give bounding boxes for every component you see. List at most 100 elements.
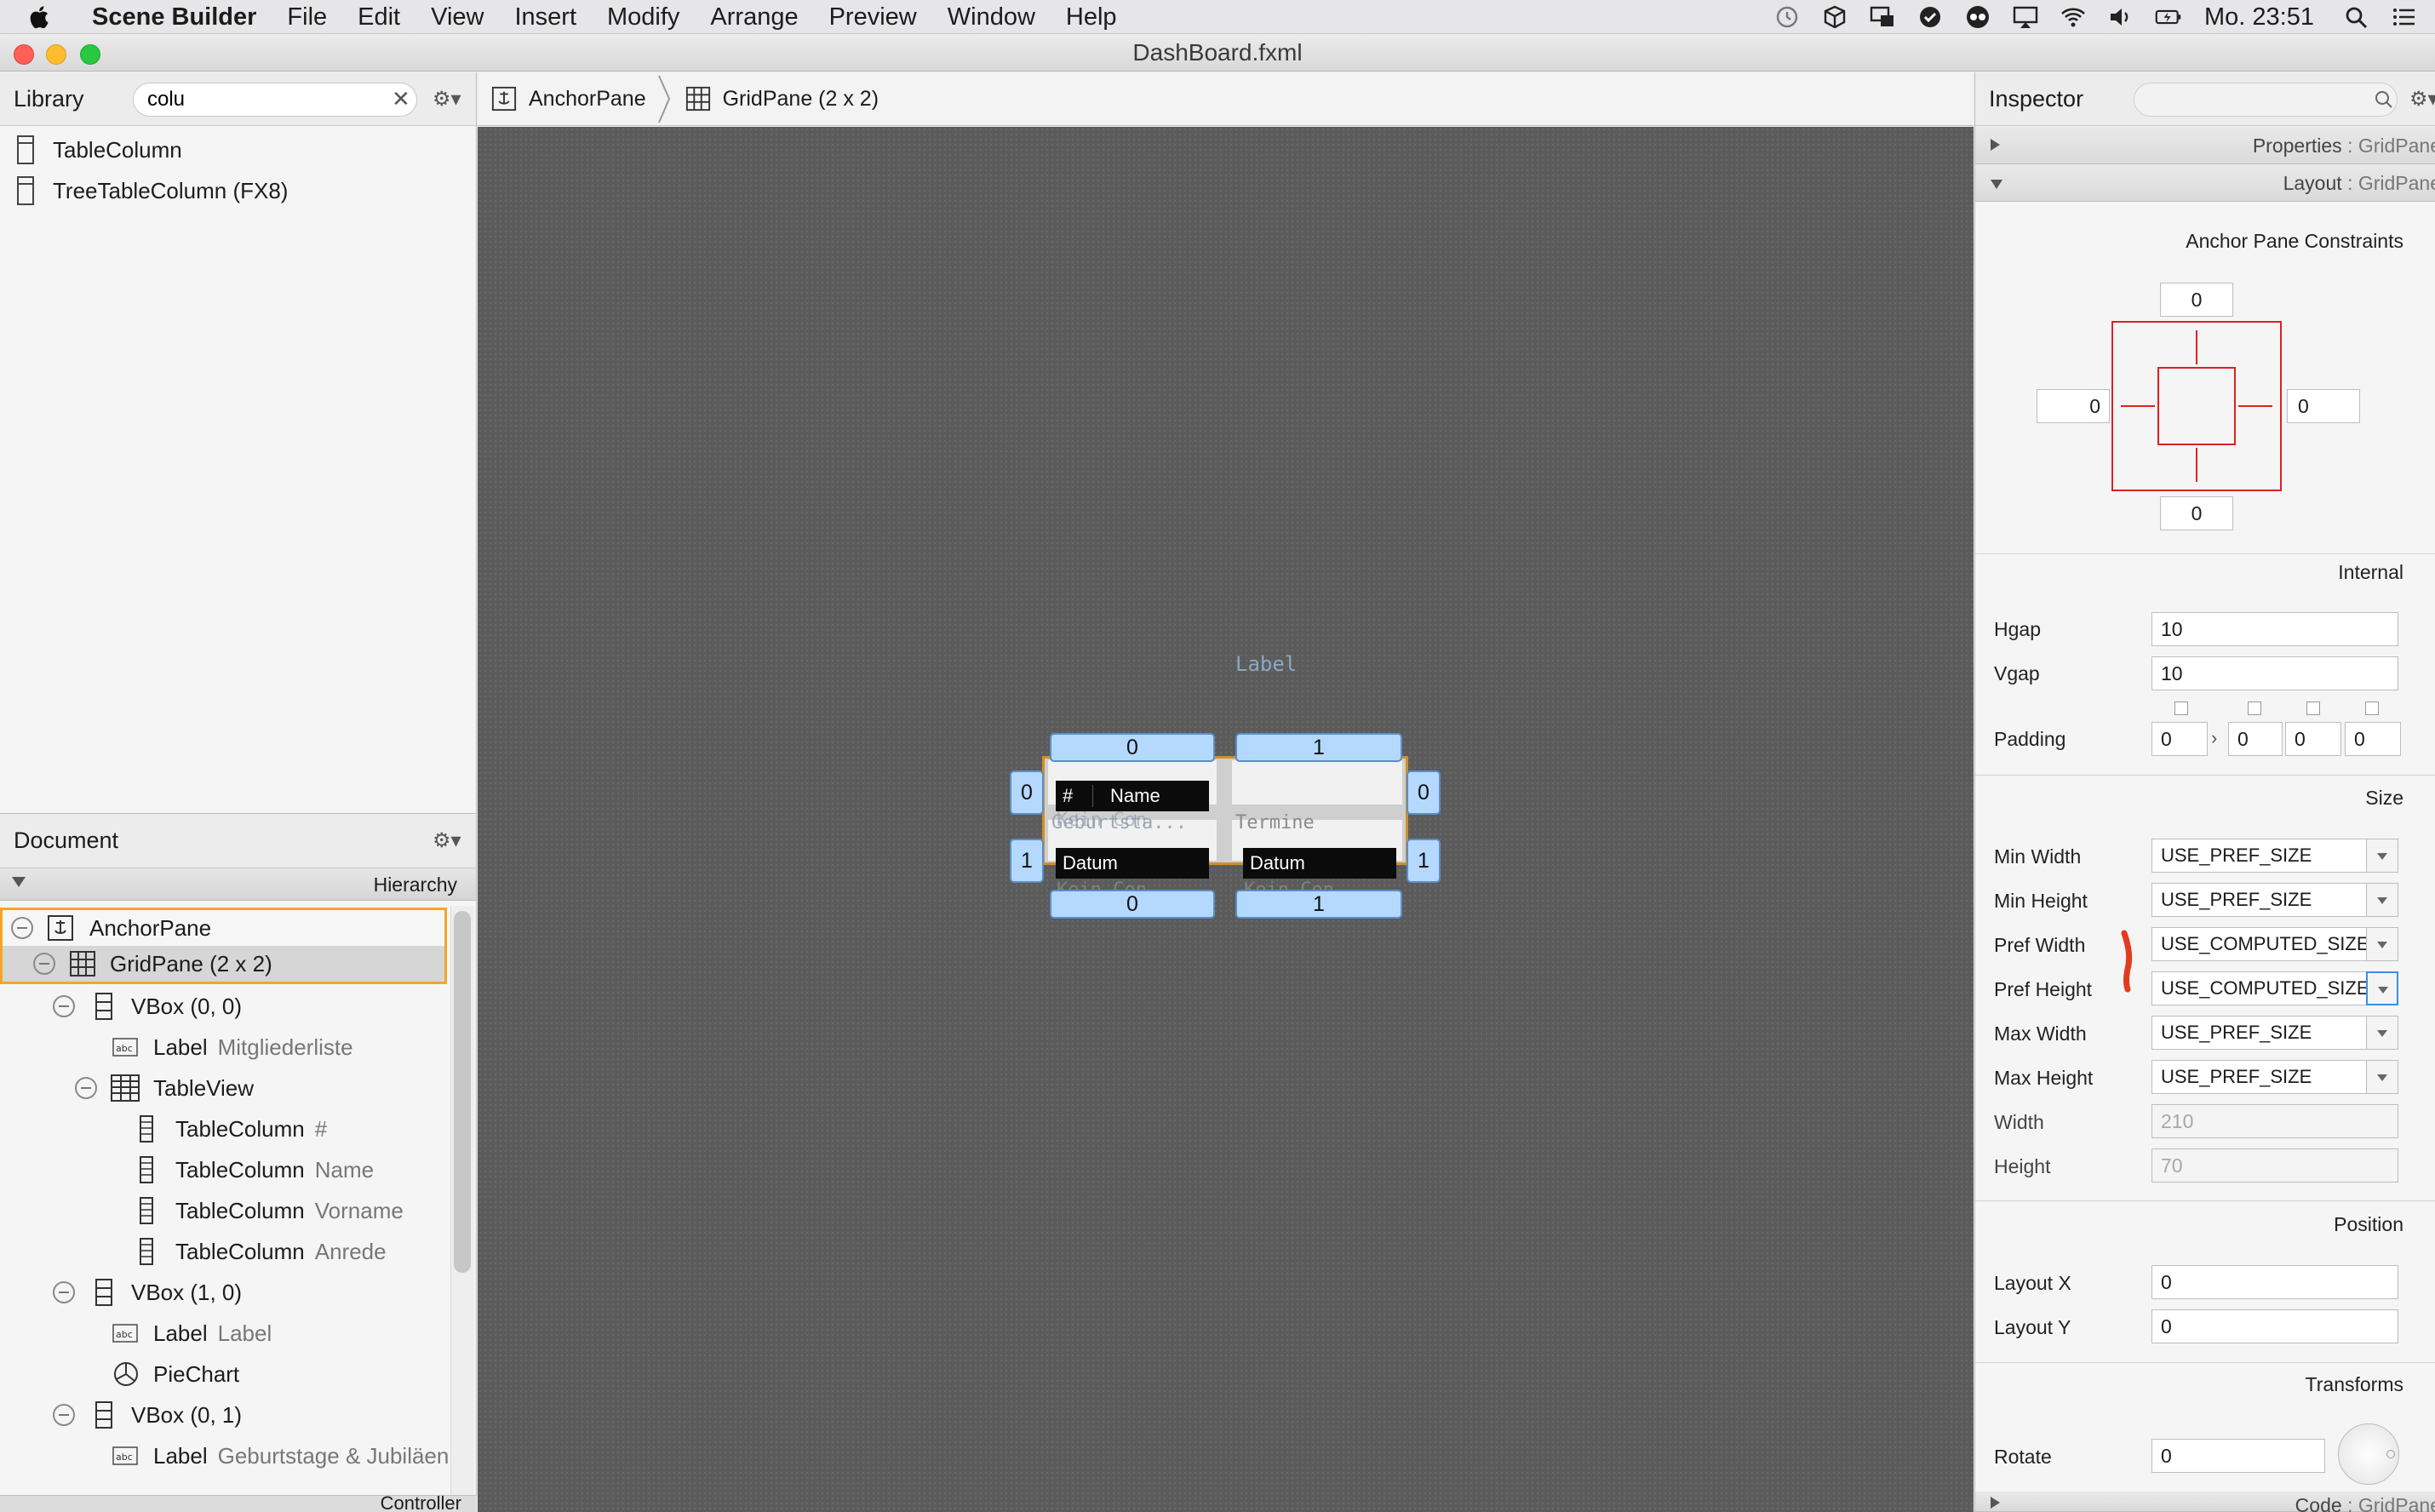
column-handle-top-0[interactable]: 0 <box>1050 733 1215 762</box>
anchor-right-field[interactable]: 0 <box>2287 389 2360 423</box>
menu-edit[interactable]: Edit <box>342 0 415 34</box>
layout-section-bar[interactable]: Layout : GridPane <box>1975 164 2435 202</box>
menu-preview[interactable]: Preview <box>814 0 932 34</box>
collapse-toggle-icon[interactable] <box>11 917 33 939</box>
layout-y-field[interactable]: 0 <box>2151 1309 2398 1343</box>
tree-node-vbox-0-1[interactable]: VBox (0, 1) <box>0 1395 447 1435</box>
tree-node-piechart[interactable]: PieChart <box>0 1354 447 1395</box>
tree-node-label-geburtstage[interactable]: abc Label Geburtstage & Jubiläen <box>0 1435 449 1476</box>
expand-triangle-icon[interactable] <box>1991 1497 2000 1509</box>
tableview-header-datum-right[interactable]: Datum <box>1243 848 1396 879</box>
menu-window[interactable]: Window <box>932 0 1051 34</box>
tree-node-tablecolumn-anrede[interactable]: TableColumn Anrede <box>0 1231 447 1272</box>
tree-node-tablecolumn-hash[interactable]: TableColumn # <box>0 1108 447 1149</box>
anchor-constraints-widget[interactable] <box>2111 320 2284 492</box>
design-canvas[interactable]: Label # Name Geburtsta... Kein Con Termi… <box>478 127 1974 1512</box>
column-handle-bottom-1[interactable]: 1 <box>1235 890 1402 919</box>
collapse-toggle-icon[interactable] <box>53 995 75 1017</box>
hgap-field[interactable]: 10 <box>2151 612 2398 646</box>
pref-height-combo[interactable]: USE_COMPUTED_SIZE <box>2151 971 2398 1005</box>
timemachine-icon[interactable] <box>1772 4 1802 30</box>
menu-arrange[interactable]: Arrange <box>695 0 813 34</box>
menubar-clock[interactable]: Mo. 23:51 <box>2204 3 2314 32</box>
tree-node-gridpane[interactable]: GridPane (2 x 2) <box>0 946 447 984</box>
canvas-label-preview[interactable]: Label <box>1235 652 1297 676</box>
collapse-toggle-icon[interactable] <box>33 953 55 975</box>
goggles-icon[interactable] <box>1962 4 1993 30</box>
menu-view[interactable]: View <box>415 0 499 34</box>
vgap-field[interactable]: 10 <box>2151 656 2398 690</box>
anchor-top-field[interactable]: 0 <box>2160 283 2233 317</box>
breadcrumb-gridpane[interactable]: GridPane (2 x 2) <box>685 86 879 112</box>
collapse-toggle-icon[interactable] <box>53 1404 75 1426</box>
row-handle-right-0[interactable]: 0 <box>1407 770 1441 815</box>
volume-icon[interactable] <box>2106 4 2136 30</box>
inspector-search-input[interactable] <box>2134 83 2398 117</box>
tree-node-tablecolumn-name[interactable]: TableColumn Name <box>0 1149 447 1190</box>
column-header-name[interactable]: Name <box>1110 785 1160 807</box>
rotate-dial[interactable] <box>2338 1423 2399 1485</box>
collapse-toggle-icon[interactable] <box>53 1281 75 1303</box>
anchor-bottom-field[interactable]: 0 <box>2160 496 2233 530</box>
tree-node-label-mitgliederliste[interactable]: abc Label Mitgliederliste <box>0 1027 447 1068</box>
padding-left-field[interactable]: 0 <box>2345 722 2401 756</box>
row-handle-right-1[interactable]: 1 <box>1407 839 1441 883</box>
dropdown-arrow-icon[interactable] <box>2366 927 2398 961</box>
dropdown-arrow-icon[interactable] <box>2366 971 2398 1005</box>
battery-charging-icon[interactable] <box>2153 4 2184 30</box>
clear-search-icon[interactable]: ✕ <box>392 86 410 112</box>
hierarchy-scrollbar-thumb[interactable] <box>454 911 471 1273</box>
hierarchy-section-bar[interactable]: Hierarchy <box>0 868 476 901</box>
menu-insert[interactable]: Insert <box>499 0 592 34</box>
library-search-input[interactable] <box>133 83 417 117</box>
expand-triangle-icon[interactable] <box>1991 139 2000 151</box>
airplay-icon[interactable] <box>2010 4 2041 30</box>
menu-app-name[interactable]: Scene Builder <box>77 0 272 34</box>
tableview-header[interactable]: # Name <box>1056 781 1209 811</box>
tree-node-label-label[interactable]: abc Label Label <box>0 1313 447 1354</box>
dropdown-arrow-icon[interactable] <box>2366 883 2398 917</box>
dropdown-arrow-icon[interactable] <box>2366 839 2398 873</box>
tree-node-tablecolumn-vorname[interactable]: TableColumn Vorname <box>0 1190 447 1231</box>
column-header-datum[interactable]: Datum <box>1063 852 1118 874</box>
padding-right-field[interactable]: 0 <box>2228 722 2283 756</box>
padding-bottom-field[interactable]: 0 <box>2285 722 2341 756</box>
wifi-icon[interactable] <box>2058 4 2088 30</box>
menu-file[interactable]: File <box>272 0 342 34</box>
tree-node-vbox-1-0[interactable]: VBox (1, 0) <box>0 1272 447 1313</box>
box-icon[interactable] <box>1819 4 1850 30</box>
dropdown-arrow-icon[interactable] <box>2366 1060 2398 1094</box>
row-handle-left-1[interactable]: 1 <box>1010 839 1044 883</box>
screen-share-icon[interactable] <box>1867 4 1898 30</box>
shield-check-icon[interactable] <box>1915 4 1945 30</box>
inspector-gear-menu-icon[interactable]: ⚙▾ <box>2409 88 2435 112</box>
tree-node-anchorpane[interactable]: AnchorPane <box>0 908 447 948</box>
tree-node-tableview[interactable]: TableView <box>0 1068 447 1108</box>
pref-width-combo[interactable]: USE_COMPUTED_SIZE <box>2151 927 2398 961</box>
spotlight-search-icon[interactable] <box>2341 4 2372 30</box>
min-height-combo[interactable]: USE_PREF_SIZE <box>2151 883 2398 917</box>
max-width-combo[interactable]: USE_PREF_SIZE <box>2151 1016 2398 1050</box>
library-gear-menu-icon[interactable]: ⚙▾ <box>433 88 463 112</box>
column-header-datum[interactable]: Datum <box>1250 852 1305 874</box>
row-handle-left-0[interactable]: 0 <box>1010 770 1044 815</box>
menu-modify[interactable]: Modify <box>592 0 695 34</box>
rotate-field[interactable]: 0 <box>2151 1439 2325 1473</box>
breadcrumb-anchorpane[interactable]: AnchorPane <box>491 86 646 112</box>
min-width-combo[interactable]: USE_PREF_SIZE <box>2151 839 2398 873</box>
column-handle-top-1[interactable]: 1 <box>1235 733 1402 762</box>
tableview-header-datum-left[interactable]: Datum <box>1056 848 1209 879</box>
library-item-tablecolumn[interactable]: TableColumn <box>0 129 476 170</box>
properties-section-bar[interactable]: Properties : GridPane <box>1975 127 2435 164</box>
anchor-left-field[interactable]: 0 <box>2037 389 2110 423</box>
notification-center-icon[interactable] <box>2389 4 2420 30</box>
menu-help[interactable]: Help <box>1051 0 1132 34</box>
collapse-triangle-icon[interactable] <box>1991 180 2002 189</box>
link-chevron-icon[interactable]: › <box>2211 727 2217 749</box>
column-handle-bottom-0[interactable]: 0 <box>1050 890 1215 919</box>
document-gear-menu-icon[interactable]: ⚙▾ <box>433 829 463 853</box>
padding-top-field[interactable]: 0 <box>2151 722 2208 756</box>
dropdown-arrow-icon[interactable] <box>2366 1016 2398 1050</box>
max-height-combo[interactable]: USE_PREF_SIZE <box>2151 1060 2398 1094</box>
library-item-treetablecolumn[interactable]: TreeTableColumn (FX8) <box>0 170 476 211</box>
